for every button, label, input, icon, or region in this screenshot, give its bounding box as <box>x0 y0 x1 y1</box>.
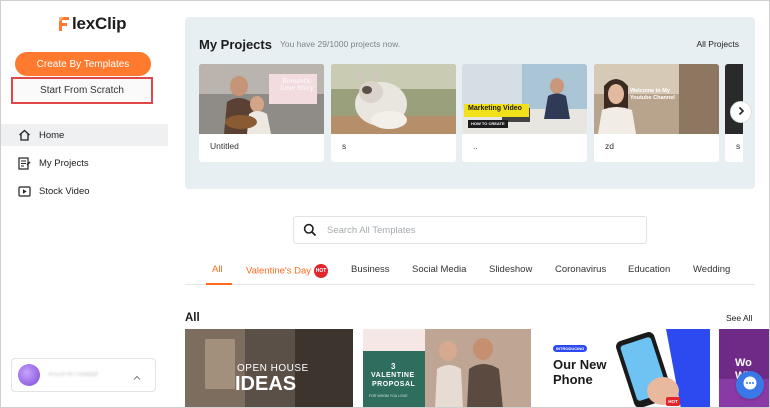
project-title: .. <box>473 141 478 151</box>
chevron-right-icon <box>736 103 746 121</box>
template-card[interactable]: 3 VALENTINE PROPOSAL FOR WHOM YOU LOVE <box>363 329 531 407</box>
project-title: s <box>342 141 347 151</box>
project-title: zd <box>605 141 614 151</box>
template-card[interactable]: OPEN HOUSE IDEAS <box>185 329 353 407</box>
next-projects-button[interactable] <box>730 101 752 123</box>
project-thumbnail <box>331 64 456 134</box>
logo-mark-icon <box>57 15 71 33</box>
avatar <box>18 364 40 386</box>
sidebar-item-my-projects[interactable]: My Projects <box>1 152 168 174</box>
template-caption: Wo <box>735 357 752 369</box>
app-window: lexClip Create By Templates Start From S… <box>0 0 770 408</box>
user-account-chip[interactable]: ASDFWTRaaqe <box>11 358 156 392</box>
template-caption: VALENTINE <box>371 372 415 379</box>
template-tag: INTRODUCING <box>553 345 588 352</box>
tab-business[interactable]: Business <box>351 264 390 275</box>
thumbnail-caption: Romantic Love Story <box>280 78 314 92</box>
flexclip-logo[interactable]: lexClip <box>57 13 127 35</box>
template-card[interactable]: INTRODUCING Our New Phone HOT <box>541 329 710 407</box>
video-icon <box>16 184 32 198</box>
project-cards-row: Romantic Love Story Untitled s Marketing… <box>199 64 743 162</box>
sidebar-item-label: My Projects <box>39 157 89 169</box>
tab-coronavirus[interactable]: Coronavirus <box>555 264 606 275</box>
hot-badge: HOT <box>314 264 329 278</box>
project-title: s <box>736 141 741 151</box>
project-card[interactable]: Welcome to My Youtube Channel zd <box>594 64 719 162</box>
active-tab-indicator <box>206 283 232 285</box>
template-caption: FOR WHOM YOU LOVE <box>369 394 408 398</box>
project-card[interactable]: s <box>331 64 456 162</box>
template-caption: Our New <box>553 357 607 372</box>
category-tabs: All Valentine's Day HOT Business Social M… <box>185 259 755 285</box>
see-all-link[interactable]: See All <box>726 313 752 323</box>
template-caption: 3 <box>391 362 396 371</box>
tab-social-media[interactable]: Social Media <box>412 264 466 275</box>
template-caption: IDEAS <box>235 373 297 395</box>
sidebar-item-label: Stock Video <box>39 185 90 197</box>
projects-icon <box>16 156 32 170</box>
thumbnail-subcaption: HOW TO CREATE <box>471 121 505 126</box>
start-from-scratch-button[interactable]: Start From Scratch <box>11 77 153 104</box>
sidebar-item-label: Home <box>39 129 65 141</box>
logo-text: lexClip <box>72 14 127 33</box>
template-caption: Phone <box>553 372 593 387</box>
tab-slideshow[interactable]: Slideshow <box>489 264 532 275</box>
tab-all[interactable]: All <box>212 264 223 275</box>
project-thumbnail <box>725 64 743 134</box>
project-card[interactable]: Romantic Love Story Untitled <box>199 64 324 162</box>
my-projects-panel: My Projects You have 29/1000 projects no… <box>185 17 755 189</box>
template-search <box>293 216 647 244</box>
user-name: ASDFWTRaaqe <box>48 372 99 378</box>
home-icon <box>16 128 32 142</box>
template-caption: PROPOSAL <box>372 381 416 388</box>
create-by-templates-button[interactable]: Create By Templates <box>15 52 151 76</box>
tab-label: Valentine's Day <box>246 265 312 277</box>
hot-badge: HOT <box>666 397 680 406</box>
chat-icon <box>742 375 758 396</box>
tab-wedding[interactable]: Wedding <box>693 264 730 275</box>
project-card[interactable]: Marketing Video HOW TO CREATE .. <box>462 64 587 162</box>
search-icon <box>303 223 317 237</box>
templates-section-title: All <box>185 312 200 324</box>
tab-education[interactable]: Education <box>628 264 670 275</box>
thumbnail-caption: Welcome to My Youtube Channel <box>630 88 675 101</box>
project-title: Untitled <box>210 141 239 151</box>
project-thumbnail: Marketing Video HOW TO CREATE <box>462 64 587 134</box>
all-projects-link[interactable]: All Projects <box>696 39 739 49</box>
project-thumbnail: Welcome to My Youtube Channel <box>594 64 719 134</box>
project-count-text: You have 29/1000 projects now. <box>280 39 401 49</box>
sidebar-item-home[interactable]: Home <box>1 124 168 146</box>
my-projects-title: My Projects <box>199 37 272 52</box>
chevron-up-icon <box>132 370 142 380</box>
tab-valentines-day[interactable]: Valentine's Day HOT <box>246 264 329 278</box>
chat-support-button[interactable] <box>736 371 764 399</box>
search-input[interactable] <box>327 224 627 236</box>
sidebar-item-stock-video[interactable]: Stock Video <box>1 180 168 202</box>
sidebar: lexClip Create By Templates Start From S… <box>1 1 168 407</box>
project-thumbnail: Romantic Love Story <box>199 64 324 134</box>
thumbnail-caption: Marketing Video <box>468 105 522 112</box>
